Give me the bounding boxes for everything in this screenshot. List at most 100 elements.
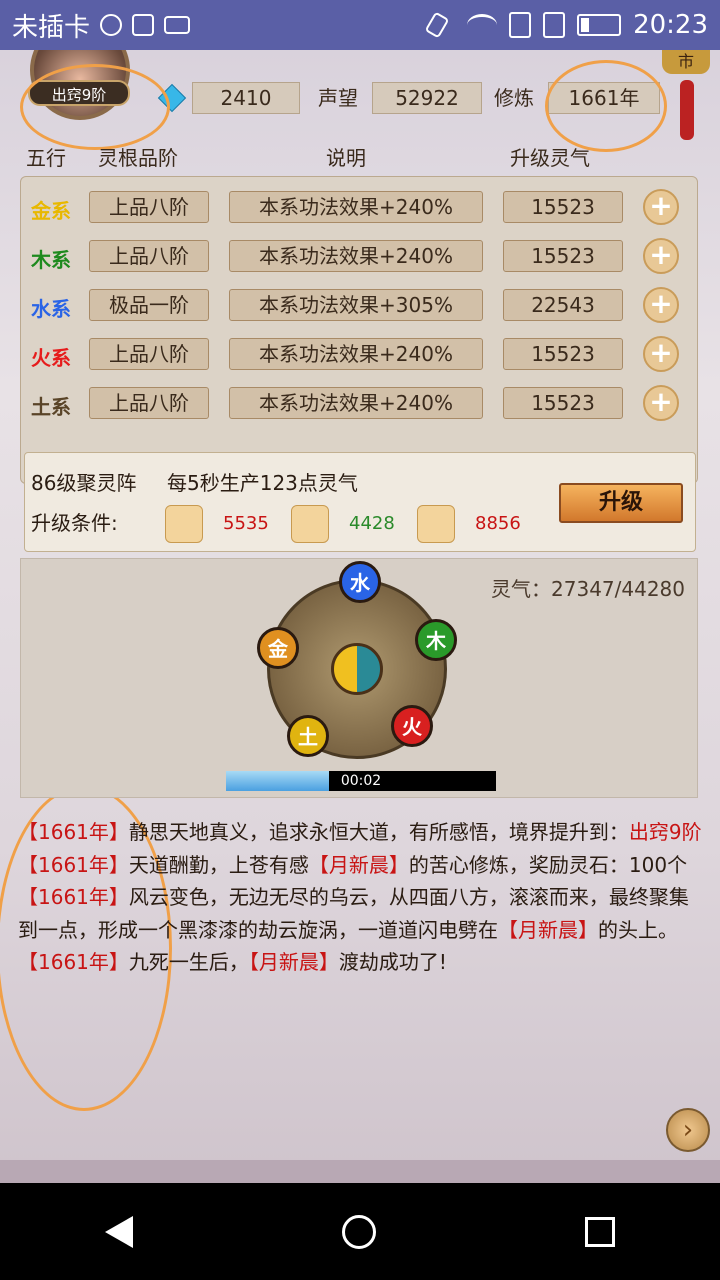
header-grade: 灵根品阶	[98, 146, 178, 170]
log-text-tail: 渡劫成功了!	[338, 950, 447, 974]
stone-icon	[165, 505, 203, 543]
element-name: 木系	[31, 248, 71, 272]
vibrate-icon	[424, 11, 450, 39]
timer-icon	[100, 14, 123, 36]
element-name: 金系	[31, 199, 71, 223]
element-grade: 极品一阶	[89, 289, 209, 321]
sim2-icon	[543, 12, 566, 38]
carrier-label: 未插卡	[12, 12, 91, 43]
element-cost: 15523	[503, 191, 623, 223]
cultivation-label: 修炼	[494, 86, 534, 110]
stone-count: 2410	[192, 82, 300, 114]
element-row-wood: 木系 上品八阶 本系功法效果+240% 15523 +	[21, 238, 699, 276]
cultivation-value: 1661年	[548, 82, 660, 114]
next-arrow-button[interactable]: ›	[666, 1108, 710, 1152]
element-desc: 本系功法效果+240%	[229, 191, 483, 223]
resource-herb-value: 8856	[475, 513, 521, 534]
earth-node[interactable]: 土	[287, 715, 329, 757]
header-wuxing: 五行	[26, 146, 66, 170]
back-icon[interactable]	[104, 1215, 133, 1248]
top-bar: 出窍9阶 2410 声望 52922 修炼 1661年 市	[0, 50, 720, 140]
element-row-metal: 金系 上品八阶 本系功法效果+240% 15523 +	[21, 189, 699, 227]
upgrade-condition-label: 升级条件:	[31, 511, 118, 535]
game-screen: 出窍9阶 2410 声望 52922 修炼 1661年 市 五行 灵根品阶 说明…	[0, 50, 720, 1183]
header-desc: 说明	[326, 146, 366, 170]
keyboard-icon	[164, 16, 191, 34]
log-highlight: 出窍9阶	[628, 820, 702, 844]
element-name: 土系	[31, 395, 71, 419]
home-icon[interactable]	[341, 1214, 376, 1249]
element-grade: 上品八阶	[89, 338, 209, 370]
element-cost: 15523	[503, 338, 623, 370]
array-title: 86级聚灵阵	[31, 471, 137, 495]
element-cost: 22543	[503, 289, 623, 321]
element-desc: 本系功法效果+240%	[229, 240, 483, 272]
progress-time: 00:02	[340, 773, 382, 789]
element-cost: 15523	[503, 240, 623, 272]
element-cost: 15523	[503, 387, 623, 419]
wifi-icon	[467, 14, 498, 36]
recent-apps-icon[interactable]	[585, 1216, 616, 1247]
log-year: 【1661年】	[18, 852, 129, 877]
log-text: 静思天地真义，追求永恒大道，有所感悟，境界提升到：	[128, 820, 629, 844]
upgrade-plus-button[interactable]: +	[643, 189, 679, 225]
log-entry: 【1661年】风云变色，无边无尽的乌云，从四面八方，滚滚而来，最终聚集到一点，形…	[18, 881, 702, 946]
system-nav-bar	[0, 1183, 720, 1280]
element-table: 金系 上品八阶 本系功法效果+240% 15523 + 木系 上品八阶 本系功法…	[20, 176, 698, 484]
log-highlight: 【月新晨】	[498, 917, 598, 942]
herb-icon	[417, 505, 455, 543]
log-text: 天道酬勤，上苍有感	[128, 852, 309, 877]
lingqi-counter: 灵气：27347/44280	[491, 577, 685, 601]
formation-area: 灵气：27347/44280 水 木 火 土 金 00:02	[20, 558, 698, 798]
progress-bar: 00:02	[226, 771, 496, 791]
status-bar: 未插卡 20:23	[0, 0, 720, 50]
sim-icon	[509, 12, 532, 38]
element-desc: 本系功法效果+240%	[229, 338, 483, 370]
array-production: 每5秒生产123点灵气	[167, 471, 358, 495]
wood-node[interactable]: 木	[415, 619, 457, 661]
element-grade: 上品八阶	[89, 191, 209, 223]
wood-icon	[291, 505, 329, 543]
array-upgrade-button[interactable]: 升级	[559, 483, 683, 523]
element-desc: 本系功法效果+240%	[229, 387, 483, 419]
log-year: 【1661年】	[18, 820, 129, 844]
status-right: 20:23	[424, 10, 708, 40]
shop-button[interactable]: 市	[662, 50, 710, 74]
battery-icon	[577, 14, 622, 36]
upgrade-plus-button[interactable]: +	[643, 238, 679, 274]
element-desc: 本系功法效果+305%	[229, 289, 483, 321]
log-text: 九死一生后，	[128, 950, 249, 974]
log-entry: 【1661年】静思天地真义，追求永恒大道，有所感悟，境界提升到：出窍9阶	[18, 816, 702, 849]
lantern-decoration	[680, 80, 694, 140]
element-name: 水系	[31, 297, 71, 321]
element-row-fire: 火系 上品八阶 本系功法效果+240% 15523 +	[21, 336, 699, 374]
log-entry: 【1661年】九死一生后，【月新晨】渡劫成功了!	[18, 946, 702, 979]
bottom-menu-strip[interactable]	[0, 1160, 720, 1183]
log-highlight: 【月新晨】	[248, 950, 339, 974]
element-row-earth: 土系 上品八阶 本系功法效果+240% 15523 +	[21, 385, 699, 423]
log-text-tail: 的头上。	[598, 917, 678, 942]
fire-node[interactable]: 火	[391, 705, 433, 747]
taiji-icon[interactable]	[331, 643, 383, 695]
rank-badge: 出窍9阶	[28, 80, 130, 106]
element-grade: 上品八阶	[89, 387, 209, 419]
prestige-label: 声望	[318, 86, 358, 110]
water-node[interactable]: 水	[339, 561, 381, 603]
resource-wood-value: 4428	[349, 513, 395, 534]
upgrade-plus-button[interactable]: +	[643, 287, 679, 323]
element-table-header: 五行 灵根品阶 说明 升级灵气	[20, 142, 700, 172]
log-highlight: 【月新晨】	[308, 852, 409, 877]
upgrade-plus-button[interactable]: +	[643, 385, 679, 421]
upgrade-plus-button[interactable]: +	[643, 336, 679, 372]
spirit-array-panel: 86级聚灵阵 每5秒生产123点灵气 升级条件: 5535 4428 8856 …	[24, 452, 696, 552]
spirit-stone-icon	[157, 83, 187, 113]
log-year: 【1661年】	[18, 950, 129, 974]
image-icon	[132, 14, 155, 36]
element-row-water: 水系 极品一阶 本系功法效果+305% 22543 +	[21, 287, 699, 325]
clock: 20:23	[633, 10, 708, 40]
log-text-tail: 的苦心修炼，奖励灵石：100个	[408, 852, 688, 877]
log-year: 【1661年】	[18, 885, 129, 909]
metal-node[interactable]: 金	[257, 627, 299, 669]
event-log: 【1661年】静思天地真义，追求永恒大道，有所感悟，境界提升到：出窍9阶 【16…	[18, 816, 702, 979]
element-name: 火系	[31, 346, 71, 370]
